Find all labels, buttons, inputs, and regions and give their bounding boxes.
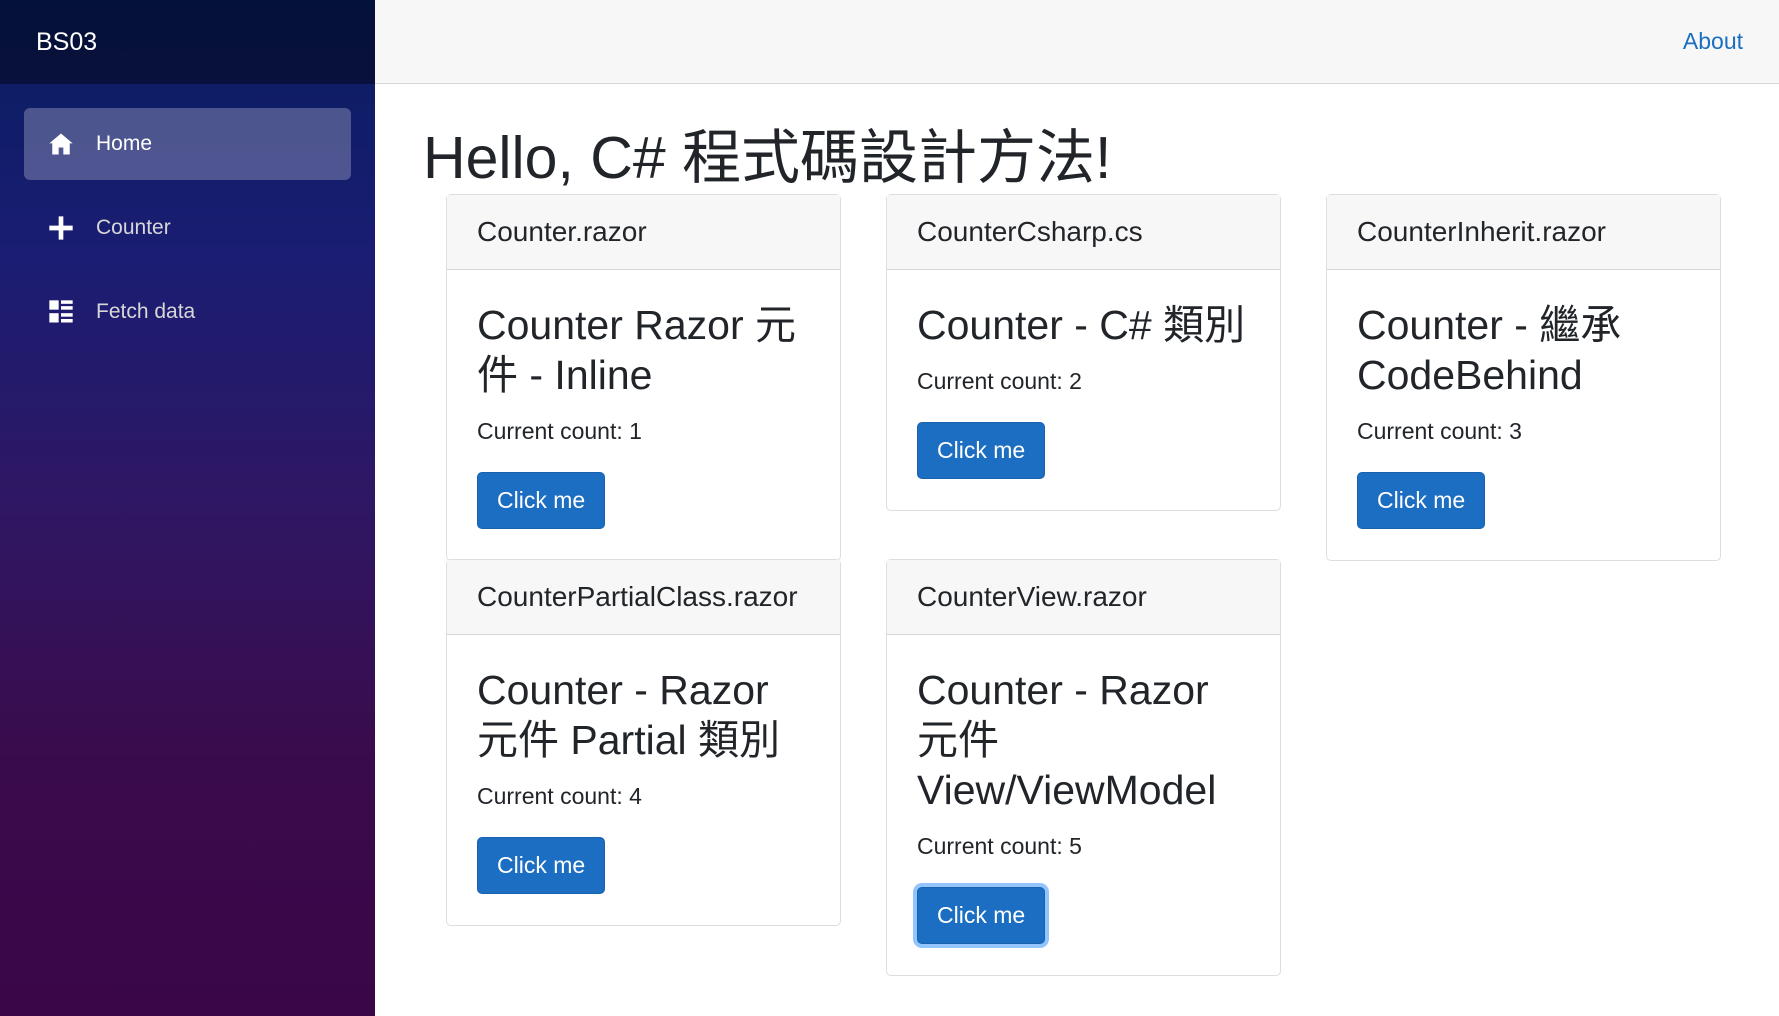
card-header: Counter.razor: [447, 195, 840, 270]
nav-menu: Home Counter Fetch data: [0, 84, 375, 348]
nav-link-home[interactable]: Home: [24, 108, 351, 180]
card-title: Counter Razor 元件 - Inline: [477, 302, 797, 398]
brand-link[interactable]: BS03: [36, 28, 97, 57]
sidebar: BS03 Home Counter Fetch data: [0, 0, 375, 1016]
page-title: Hello, C# 程式碼設計方法!: [423, 125, 1112, 191]
card-header: CounterCsharp.cs: [887, 195, 1280, 270]
card-header: CounterView.razor: [887, 560, 1280, 635]
click-me-button[interactable]: Click me: [477, 472, 606, 529]
home-icon: [46, 129, 76, 159]
counter-card-razor: Counter.razor Counter Razor 元件 - Inline …: [446, 194, 841, 561]
brand-bar: BS03: [0, 0, 375, 84]
main-content: Hello, C# 程式碼設計方法! Counter.razor Counter…: [375, 84, 1779, 1016]
click-me-button[interactable]: Click me: [917, 887, 1046, 944]
click-me-button[interactable]: Click me: [917, 422, 1046, 479]
card-body: Counter - Razor 元件 Partial 類別 Current co…: [447, 635, 840, 925]
nav-link-counter[interactable]: Counter: [24, 192, 351, 264]
nav-item-fetch-data: Fetch data: [0, 276, 375, 348]
card-title: Counter - 繼承 CodeBehind: [1357, 302, 1622, 398]
nav-label-home: Home: [96, 132, 153, 155]
about-link[interactable]: About: [1683, 28, 1743, 55]
plus-icon: [46, 213, 76, 243]
card-title: Counter - C# 類別: [917, 302, 1246, 348]
card-body: Counter Razor 元件 - Inline Current count:…: [447, 270, 840, 560]
nav-label-counter: Counter: [96, 216, 171, 239]
current-count-text: Current count: 1: [477, 418, 642, 444]
counter-card-inherit: CounterInherit.razor Counter - 繼承 CodeBe…: [1326, 194, 1721, 561]
card-title: Counter - Razor 元件 View/ViewModel: [917, 667, 1217, 813]
card-header: CounterPartialClass.razor: [447, 560, 840, 635]
click-me-button[interactable]: Click me: [1357, 472, 1486, 529]
top-row: About: [375, 0, 1779, 84]
click-me-button[interactable]: Click me: [477, 837, 606, 894]
counter-card-view: CounterView.razor Counter - Razor 元件 Vie…: [886, 559, 1281, 976]
card-body: Counter - C# 類別 Current count: 2 Click m…: [887, 270, 1280, 510]
current-count-text: Current count: 5: [917, 833, 1082, 859]
nav-label-fetch-data: Fetch data: [96, 300, 196, 323]
card-body: Counter - 繼承 CodeBehind Current count: 3…: [1327, 270, 1720, 560]
counter-card-csharp: CounterCsharp.cs Counter - C# 類別 Current…: [886, 194, 1281, 511]
card-body: Counter - Razor 元件 View/ViewModel Curren…: [887, 635, 1280, 975]
counter-card-partial-class: CounterPartialClass.razor Counter - Razo…: [446, 559, 841, 926]
current-count-text: Current count: 2: [917, 368, 1082, 394]
nav-link-fetch-data[interactable]: Fetch data: [24, 276, 351, 348]
list-rich-icon: [46, 297, 76, 327]
current-count-text: Current count: 4: [477, 783, 642, 809]
card-header: CounterInherit.razor: [1327, 195, 1720, 270]
current-count-text: Current count: 3: [1357, 418, 1522, 444]
nav-item-counter: Counter: [0, 192, 375, 264]
card-title: Counter - Razor 元件 Partial 類別: [477, 667, 780, 763]
nav-item-home: Home: [0, 108, 375, 180]
